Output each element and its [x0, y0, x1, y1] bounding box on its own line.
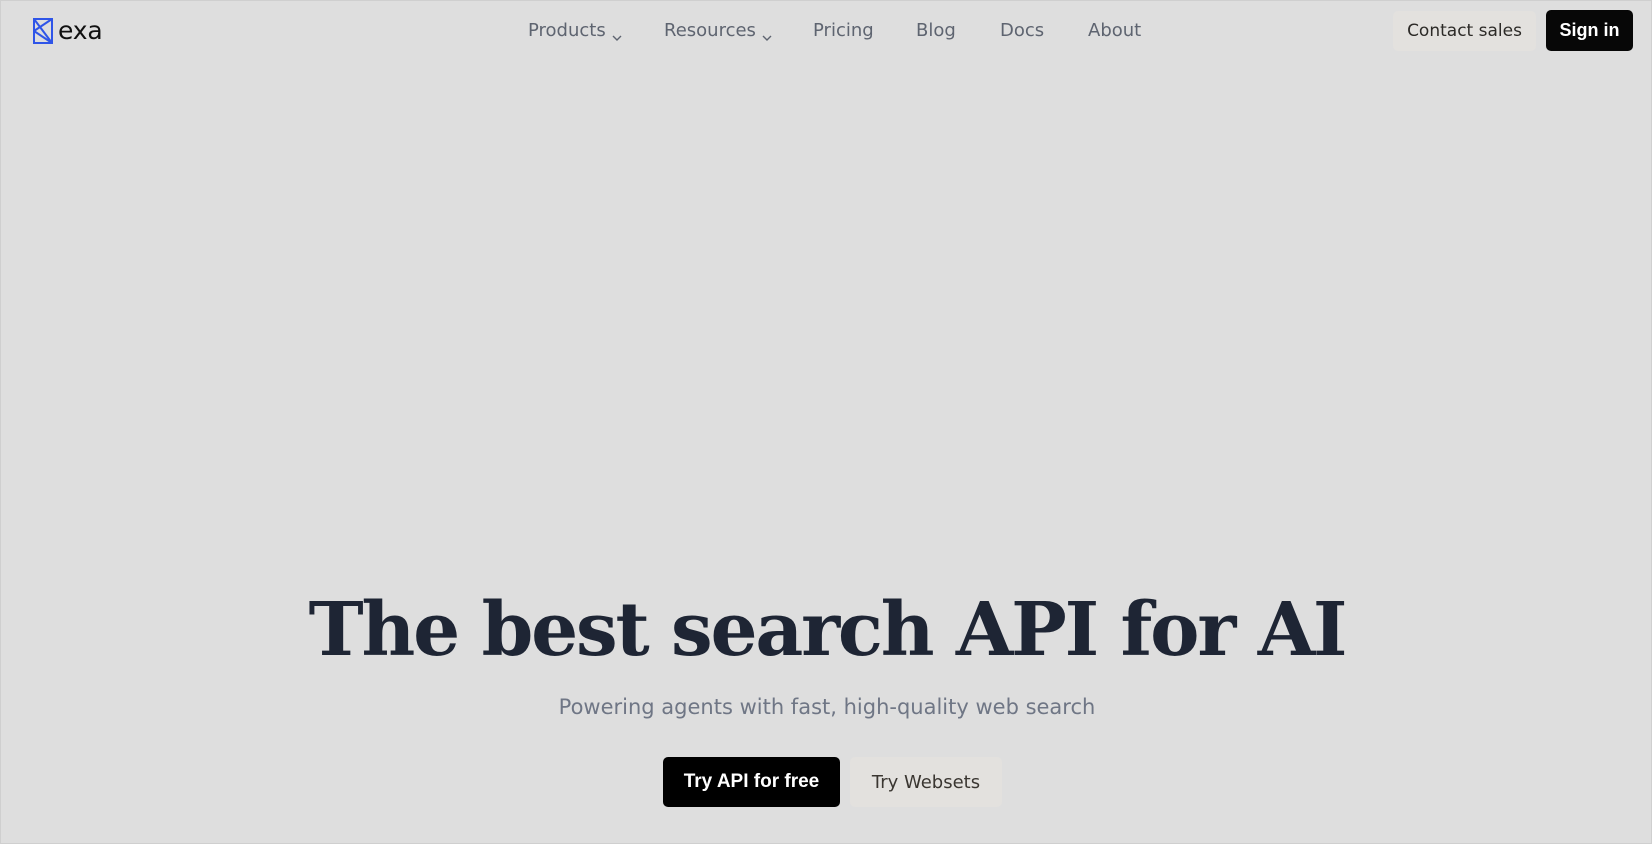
chevron-down-icon — [762, 26, 772, 41]
chevron-down-icon — [612, 26, 622, 41]
nav-about-label: About — [1088, 19, 1142, 41]
contact-sales-button[interactable]: Contact sales — [1393, 11, 1536, 51]
nav-docs-label: Docs — [1000, 19, 1045, 41]
nav-about[interactable]: About — [1088, 17, 1141, 43]
nav-blog[interactable]: Blog — [916, 17, 956, 43]
nav-blog-label: Blog — [916, 19, 956, 41]
hero-title: The best search API for AI — [308, 587, 1348, 673]
top-navigation-bar: exa Products Resources Pricing Blog Docs… — [1, 1, 1652, 59]
nav-products-label: Products — [528, 19, 606, 41]
sign-in-button[interactable]: Sign in — [1546, 10, 1633, 51]
nav-products[interactable]: Products — [528, 17, 622, 43]
nav-docs[interactable]: Docs — [1000, 17, 1044, 43]
hero-subtitle: Powering agents with fast, high-quality … — [558, 695, 1096, 719]
try-api-for-free-button[interactable]: Try API for free — [663, 757, 840, 807]
nav-pricing[interactable]: Pricing — [813, 17, 874, 43]
nav-pricing-label: Pricing — [813, 19, 874, 41]
page-background: exa Products Resources Pricing Blog Docs… — [0, 0, 1652, 844]
nav-resources-label: Resources — [664, 19, 756, 41]
try-websets-button[interactable]: Try Websets — [850, 757, 1002, 807]
nav-resources[interactable]: Resources — [664, 17, 772, 43]
